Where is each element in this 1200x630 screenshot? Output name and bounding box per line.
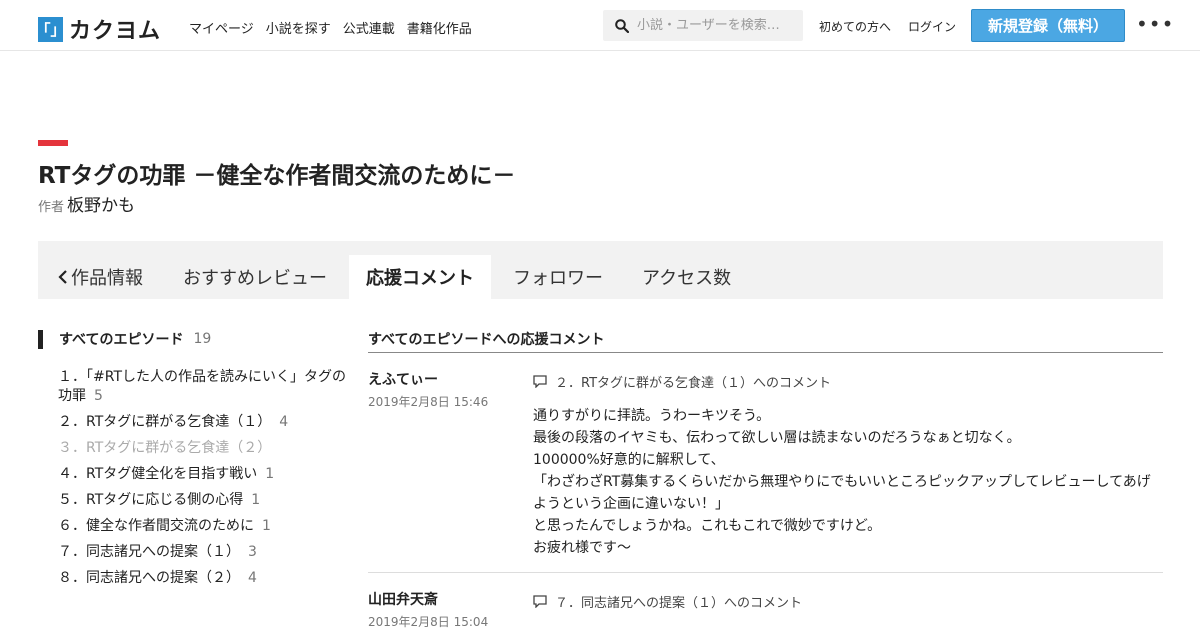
search-input[interactable] (637, 18, 797, 33)
comment-episode-link[interactable]: ７．同志諸兄への提案（１）へのコメント (533, 592, 802, 611)
author-name[interactable]: 板野かも (67, 191, 135, 216)
logo-text: カクヨム (69, 19, 162, 44)
tab-followers[interactable]: フォロワー (513, 255, 603, 299)
tab-reviews[interactable]: おすすめレビュー (183, 255, 327, 299)
main-nav: マイページ 小説を探す 公式連載 書籍化作品 (189, 18, 484, 37)
episode-item[interactable]: ５．RTタグに応じる側の心得 1 (58, 491, 348, 510)
comment-episode-link[interactable]: ２．RTタグに群がる乞食達（１）へのコメント (533, 372, 831, 391)
login-link[interactable]: ログイン (908, 18, 956, 35)
speech-bubble-icon (533, 375, 547, 388)
episode-item[interactable]: ８．同志諸兄への提案（２） 4 (58, 569, 348, 588)
nav-find-novels[interactable]: 小説を探す (266, 18, 331, 37)
comment-episode-label: ７．同志諸兄への提案（１）へのコメント (555, 596, 803, 611)
site-header: 「」 カクヨム マイページ 小説を探す 公式連載 書籍化作品 初めての方へ ログ… (0, 0, 1200, 51)
title-accent-bar (38, 140, 68, 146)
comment-divider (368, 572, 1163, 573)
comment-user[interactable]: 山田弁天斎 (368, 589, 438, 609)
episodes-heading-label: すべてのエピソード (59, 332, 184, 348)
work-tabs: 作品情報 おすすめレビュー 応援コメント フォロワー アクセス数 (38, 241, 1163, 299)
comment-user[interactable]: えふてぃー (368, 369, 438, 389)
episode-item[interactable]: ７．同志諸兄への提案（１） 3 (58, 543, 348, 562)
tab-comments[interactable]: 応援コメント (349, 255, 491, 299)
beginners-link[interactable]: 初めての方へ (819, 18, 891, 35)
episode-item[interactable]: １．「#RTした人の作品を読みにいく」タグの功罪 5 (58, 368, 348, 406)
search-box (603, 10, 803, 41)
nav-official-serial[interactable]: 公式連載 (343, 18, 395, 37)
episode-item[interactable]: ２．RTタグに群がる乞食達（１） 4 (58, 413, 348, 432)
episodes-heading[interactable]: すべてのエピソード 19 (38, 329, 211, 349)
tab-access[interactable]: アクセス数 (642, 255, 731, 299)
nav-mypage[interactable]: マイページ (189, 18, 254, 37)
episode-item: ３．RTタグに群がる乞食達（２） (58, 440, 272, 456)
work-title[interactable]: RTタグの功罪 －健全な作者間交流のために－ (38, 156, 515, 190)
comment-date: 2019年2月8日 15:04 (368, 615, 489, 629)
episodes-heading-count: 19 (193, 331, 212, 347)
search-icon[interactable] (615, 18, 629, 33)
tab-work-info[interactable]: 作品情報 (58, 255, 143, 299)
logo-mark: 「」 (36, 16, 66, 42)
more-menu-icon[interactable]: ••• (1136, 14, 1174, 34)
site-logo[interactable]: 「」 カクヨム (36, 13, 162, 45)
comment-episode-label: ２．RTタグに群がる乞食達（１）へのコメント (555, 376, 832, 391)
chevron-left-icon (58, 270, 67, 284)
heading-marker (38, 329, 43, 349)
episode-item[interactable]: ６．健全な作者間交流のために 1 (58, 517, 348, 536)
author-label: 作者 (38, 200, 65, 215)
comments-heading: すべてのエピソードへの応援コメント (368, 329, 1163, 353)
comment-body: 通りすがりに拝読。うわーキツそう。 最後の段落のイヤミも、伝わって欲しい層は読ま… (533, 408, 1151, 556)
tab-work-info-label: 作品情報 (71, 268, 143, 289)
episode-item[interactable]: ４．RTタグ健全化を目指す戦い 1 (58, 465, 348, 484)
episode-list: １．「#RTした人の作品を読みにいく」タグの功罪 5 ２．RTタグに群がる乞食達（… (58, 368, 348, 595)
speech-bubble-icon (533, 595, 547, 608)
signup-button[interactable]: 新規登録（無料） (971, 9, 1125, 42)
comment-date: 2019年2月8日 15:46 (368, 395, 489, 409)
nav-published-works[interactable]: 書籍化作品 (407, 18, 472, 37)
author-row: 作者 板野かも (38, 191, 135, 216)
